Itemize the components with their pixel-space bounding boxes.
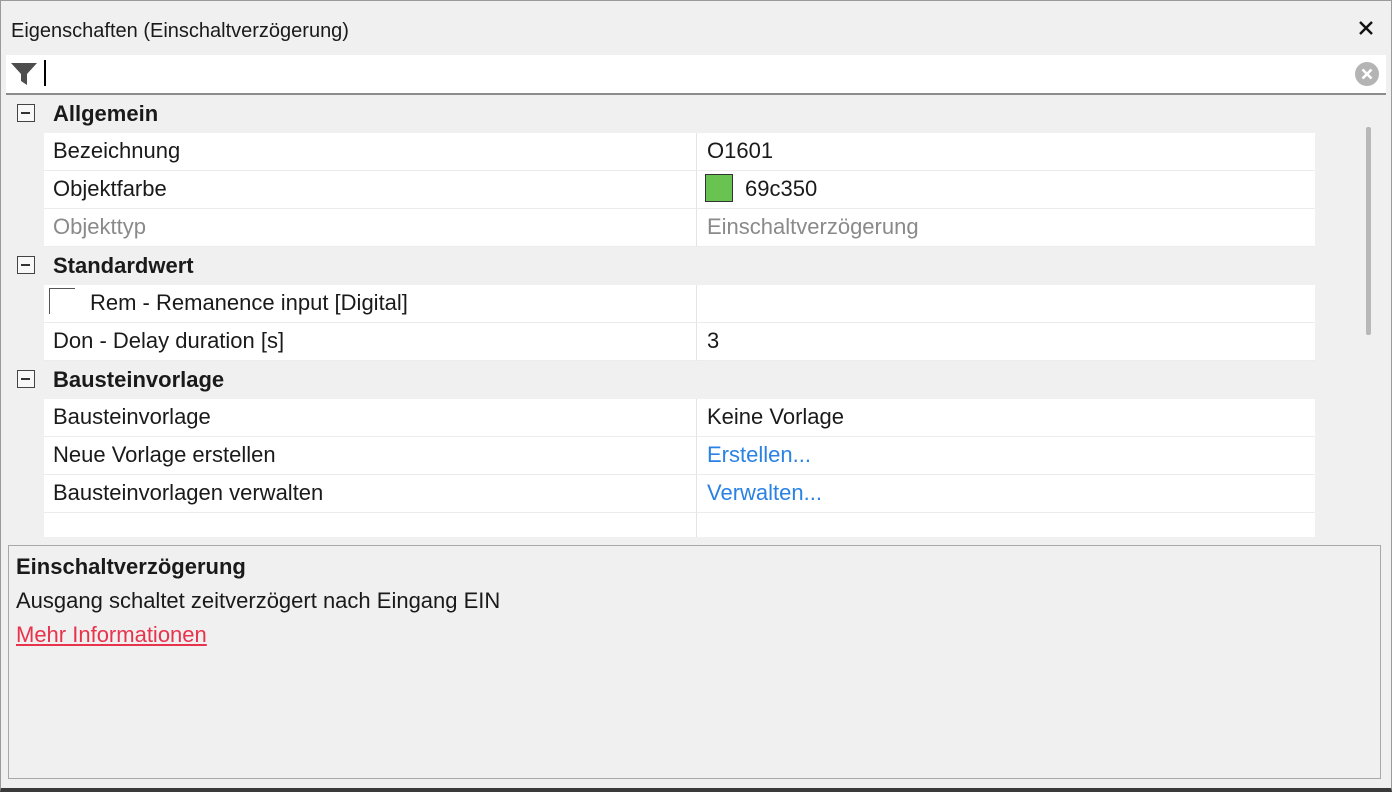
property-name: Bausteinvorlage	[53, 404, 211, 429]
property-value[interactable]: O1601	[707, 138, 773, 164]
vertical-scrollbar[interactable]	[1352, 95, 1386, 537]
category-standardwert: Standardwert	[6, 247, 1352, 285]
remanence-checkbox[interactable]	[49, 288, 75, 314]
property-name: Bausteinvorlagen verwalten	[53, 480, 324, 505]
erstellen-link[interactable]: Erstellen...	[707, 442, 811, 468]
property-row-don: Don - Delay duration [s] 3	[6, 323, 1352, 361]
property-name-cell: Don - Delay duration [s]	[44, 323, 696, 361]
property-name-cell: Neue Vorlage erstellen	[44, 437, 696, 475]
color-swatch[interactable]	[705, 174, 733, 202]
rem-value-cell[interactable]	[696, 285, 1315, 323]
property-name-cell: Rem - Remanence input [Digital]	[44, 285, 696, 323]
property-row-objektfarbe: Objektfarbe 69c350	[6, 171, 1352, 209]
property-row-objekttyp: Objekttyp Einschaltverzögerung	[6, 209, 1352, 247]
collapse-standardwert-icon[interactable]	[17, 256, 35, 274]
property-name-cell: Bausteinvorlagen verwalten	[44, 475, 696, 513]
bezeichnung-value-cell[interactable]: O1601	[696, 133, 1315, 171]
clear-icon[interactable]	[1354, 61, 1380, 87]
category-label-standardwert: Standardwert	[53, 253, 194, 278]
property-value: Einschaltverzögerung	[707, 214, 919, 239]
color-hex-value: 69c350	[745, 176, 818, 201]
description-text: Ausgang schaltet zeitverzögert nach Eing…	[16, 588, 501, 613]
category-label-allgemein: Allgemein	[53, 101, 159, 126]
collapse-allgemein-icon[interactable]	[17, 104, 35, 122]
filter-icon	[11, 63, 37, 85]
verwalten-value-cell: Verwalten...	[696, 475, 1315, 513]
property-value[interactable]: Keine Vorlage	[707, 404, 844, 430]
objektfarbe-value-cell[interactable]: 69c350	[696, 171, 1315, 209]
property-name-cell: Bezeichnung	[44, 133, 696, 171]
property-name: Bezeichnung	[53, 138, 181, 163]
description-panel: Einschaltverzögerung Ausgang schaltet ze…	[8, 545, 1381, 779]
category-allgemein: Allgemein	[6, 95, 1352, 133]
collapse-bausteinvorlage-icon[interactable]	[17, 370, 35, 388]
empty-value-cell	[696, 513, 1315, 537]
window-title: Eigenschaften (Einschaltverzögerung)	[11, 20, 349, 42]
scrollbar-thumb[interactable]	[1366, 127, 1371, 335]
property-row-bausteinvorlage: Bausteinvorlage Keine Vorlage	[6, 399, 1352, 437]
filter-input[interactable]	[44, 60, 46, 86]
empty-row	[6, 513, 1352, 537]
property-value[interactable]: 3	[707, 328, 719, 354]
property-name: Rem - Remanence input [Digital]	[90, 290, 408, 315]
description-title: Einschaltverzögerung	[16, 554, 246, 579]
property-name: Objektfarbe	[53, 176, 167, 201]
neue-vorlage-value-cell: Erstellen...	[696, 437, 1315, 475]
property-row-verwalten: Bausteinvorlagen verwalten Verwalten...	[6, 475, 1352, 513]
verwalten-link[interactable]: Verwalten...	[707, 480, 822, 506]
empty-name-cell	[44, 513, 696, 537]
bausteinvorlage-value-cell[interactable]: Keine Vorlage	[696, 399, 1315, 437]
property-row-neue-vorlage: Neue Vorlage erstellen Erstellen...	[6, 437, 1352, 475]
objekttyp-value-cell: Einschaltverzögerung	[696, 209, 1315, 247]
close-icon[interactable]	[1353, 15, 1379, 41]
title-bar: Eigenschaften (Einschaltverzögerung)	[1, 1, 1391, 55]
property-name: Don - Delay duration [s]	[53, 328, 285, 353]
category-bausteinvorlage: Bausteinvorlage	[6, 361, 1352, 399]
filter-bar	[6, 55, 1386, 95]
property-grid: Allgemein Bezeichnung O1601 Objektfarbe …	[6, 95, 1352, 537]
property-name-cell: Bausteinvorlage	[44, 399, 696, 437]
property-name: Neue Vorlage erstellen	[53, 442, 276, 467]
property-row-rem: Rem - Remanence input [Digital]	[6, 285, 1352, 323]
more-information-link[interactable]: Mehr Informationen	[16, 622, 207, 648]
property-row-bezeichnung: Bezeichnung O1601	[6, 133, 1352, 171]
properties-window: Eigenschaften (Einschaltverzögerung) All…	[0, 0, 1392, 792]
property-name-cell: Objekttyp	[44, 209, 696, 247]
property-name: Objekttyp	[53, 214, 146, 239]
property-name-cell: Objektfarbe	[44, 171, 696, 209]
don-value-cell[interactable]: 3	[696, 323, 1315, 361]
category-label-bausteinvorlage: Bausteinvorlage	[53, 367, 225, 392]
